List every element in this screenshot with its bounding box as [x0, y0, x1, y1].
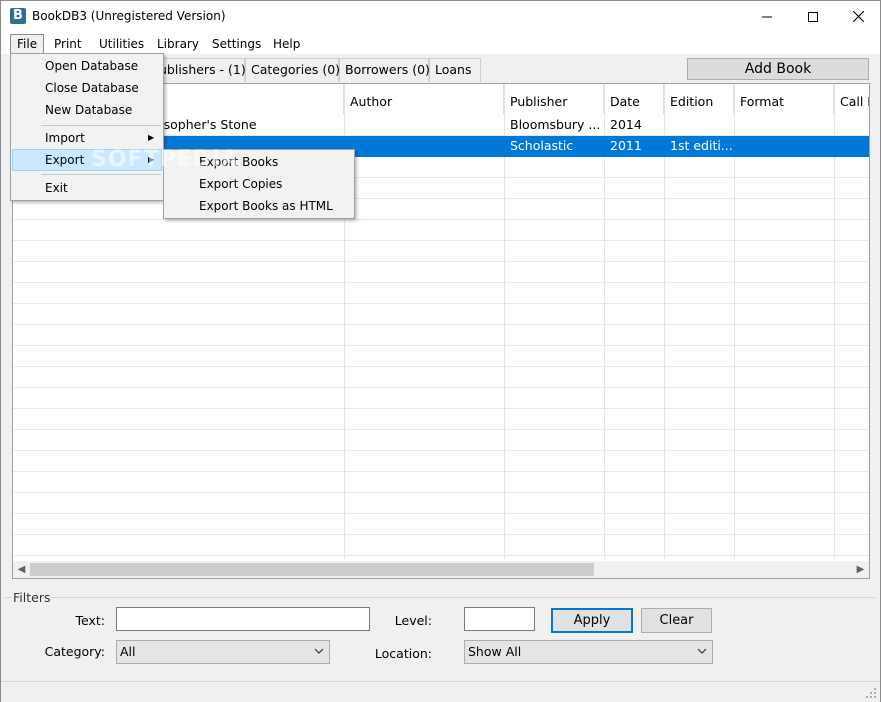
add-book-button[interactable]: Add Book [687, 58, 869, 80]
cell-edition: 1st editi... [670, 138, 733, 153]
cell-title: osopher's Stone [156, 117, 257, 132]
tab-categories[interactable]: Categories (0) [245, 58, 340, 82]
cell-format [734, 136, 834, 157]
menu-item-new-database[interactable]: New Database [12, 99, 162, 121]
menu-item-export-label: Export [45, 153, 85, 167]
table-row-empty [13, 367, 869, 388]
menu-bar: File Print Utilities Library Settings He… [1, 32, 880, 54]
scroll-right-icon[interactable]: ▶ [852, 561, 869, 578]
cell-date: 2011 [610, 138, 642, 153]
level-filter-input[interactable] [464, 607, 535, 631]
table-row-empty [13, 220, 869, 241]
table-row-empty [13, 325, 869, 346]
category-select-value: All [120, 644, 136, 659]
table-row-empty [13, 241, 869, 262]
table-row-empty [13, 346, 869, 367]
window-title: BookDB3 (Unregistered Version) [32, 9, 226, 23]
column-header-author[interactable]: Author [344, 84, 504, 114]
table-row-empty [13, 199, 869, 220]
table-row-empty [13, 493, 869, 514]
menu-item-exit[interactable]: Exit [12, 177, 162, 199]
maximize-icon [808, 11, 818, 22]
maximize-button[interactable] [790, 1, 836, 32]
cell-publisher: Scholastic [510, 138, 574, 153]
column-header-call-number[interactable]: Call N [834, 84, 869, 114]
table-row-empty [13, 535, 869, 556]
filters-legend: Filters [12, 590, 52, 605]
close-icon [852, 11, 864, 22]
location-select-value: Show All [468, 644, 522, 659]
column-header-publisher[interactable]: Publisher [504, 84, 604, 114]
cell-author [344, 115, 504, 136]
cell-format [734, 115, 834, 136]
column-header-edition[interactable]: Edition [664, 84, 734, 114]
minimize-icon [762, 16, 772, 17]
app-logo-icon: B [10, 8, 26, 24]
menu-item-import[interactable]: Import ▶ [12, 127, 162, 149]
minimize-button[interactable] [744, 1, 790, 32]
cell-publisher: Bloomsbury ... [510, 117, 601, 132]
file-menu: Open Database Close Database New Databas… [10, 53, 164, 201]
table-row-empty [13, 430, 869, 451]
menu-separator [41, 174, 161, 175]
table-row-empty [13, 304, 869, 325]
table-row-empty [13, 409, 869, 430]
scroll-left-icon[interactable]: ◀ [13, 561, 30, 578]
clear-button[interactable]: Clear [641, 608, 712, 633]
menu-item-export-books-html[interactable]: Export Books as HTML [165, 195, 353, 217]
menu-item-import-label: Import [45, 131, 85, 145]
table-row-empty [13, 514, 869, 535]
horizontal-scrollbar[interactable]: ◀ ▶ [13, 561, 869, 578]
text-filter-label: Text: [75, 613, 106, 628]
submenu-arrow-icon: ▶ [148, 133, 155, 142]
location-filter-label: Location: [374, 646, 432, 661]
menu-settings[interactable]: Settings [206, 34, 267, 54]
resize-grip-icon[interactable] [865, 687, 877, 699]
table-row-empty [13, 472, 869, 493]
column-header-date[interactable]: Date [604, 84, 664, 114]
table-row-empty [13, 262, 869, 283]
scrollbar-thumb[interactable] [30, 563, 594, 576]
cell-edition [664, 115, 734, 136]
table-row-empty [13, 283, 869, 304]
menu-item-export[interactable]: Export ▶ [12, 149, 162, 171]
cell-call-number [834, 136, 869, 157]
cell-call-number [834, 115, 869, 136]
chevron-down-icon [697, 648, 707, 654]
cell-date: 2014 [610, 117, 642, 132]
cell-author [344, 136, 504, 157]
menu-item-close-database[interactable]: Close Database [12, 77, 162, 99]
menu-help[interactable]: Help [267, 34, 306, 54]
category-filter-label: Category: [44, 644, 105, 659]
menu-library[interactable]: Library [151, 34, 205, 54]
apply-button[interactable]: Apply [551, 608, 633, 633]
menu-print[interactable]: Print [48, 34, 88, 54]
text-filter-input[interactable] [116, 607, 370, 631]
table-row-empty [13, 451, 869, 472]
menu-utilities[interactable]: Utilities [93, 34, 150, 54]
table-row-empty [13, 388, 869, 409]
app-window: B BookDB3 (Unregistered Version) File Pr… [0, 0, 881, 702]
submenu-arrow-icon: ▶ [148, 155, 155, 164]
menu-item-open-database[interactable]: Open Database [12, 55, 162, 77]
column-header-format[interactable]: Format [734, 84, 834, 114]
status-bar [1, 681, 880, 702]
level-filter-label: Level: [394, 613, 432, 628]
menu-file[interactable]: File [10, 34, 45, 54]
category-select[interactable]: All [116, 640, 330, 664]
export-submenu: Export Books Export Copies Export Books … [163, 149, 355, 219]
tab-borrowers[interactable]: Borrowers (0) [339, 58, 430, 82]
menu-separator [41, 125, 161, 126]
tab-publishers[interactable]: ublishers - (1) [154, 58, 246, 82]
close-button[interactable] [835, 1, 881, 32]
menu-item-export-copies[interactable]: Export Copies [165, 173, 353, 195]
tab-loans[interactable]: Loans [429, 58, 481, 82]
menu-item-export-books[interactable]: Export Books [165, 151, 353, 173]
chevron-down-icon [314, 648, 324, 654]
location-select[interactable]: Show All [464, 640, 713, 664]
title-bar: B BookDB3 (Unregistered Version) [1, 1, 880, 32]
